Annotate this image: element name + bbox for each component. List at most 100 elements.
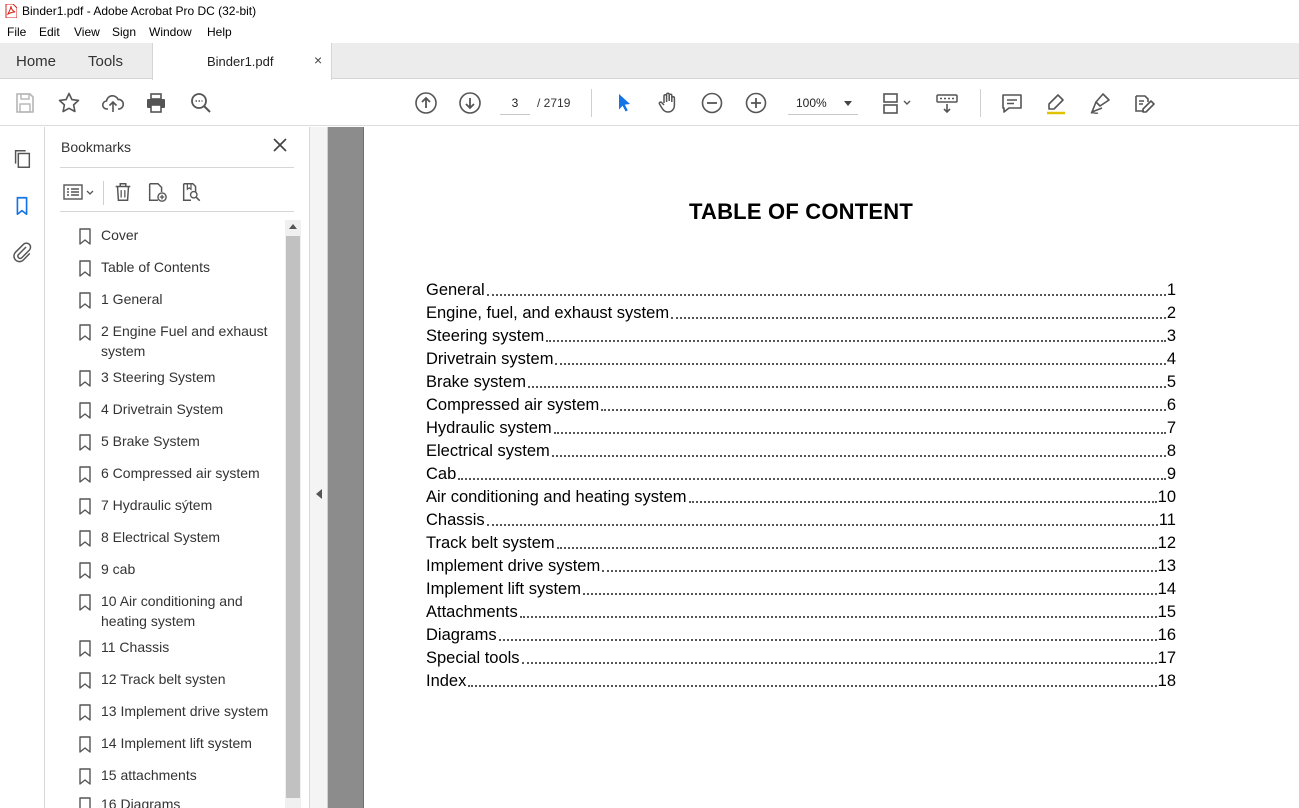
bookmark-label: 12 Track belt systen [101, 671, 226, 687]
pen-nib-icon [1090, 93, 1110, 114]
toc-entry[interactable]: Electrical system 8 [426, 438, 1176, 461]
page-display-button[interactable] [878, 90, 914, 116]
toc-entry[interactable]: Drivetrain system 4 [426, 346, 1176, 369]
save-button[interactable] [12, 90, 38, 116]
toc-entry[interactable]: Chassis 11 [426, 507, 1176, 530]
menu-help[interactable]: Help [207, 25, 232, 39]
select-tool-button[interactable] [611, 90, 637, 116]
panel-splitter[interactable] [309, 127, 328, 808]
toc-entry[interactable]: Compressed air system 6 [426, 392, 1176, 415]
menu-file[interactable]: File [7, 25, 26, 39]
find-bookmark-button[interactable] [178, 179, 204, 205]
bookmark-label: 6 Compressed air system [101, 465, 260, 481]
toc-entry[interactable]: Air conditioning and heating system 10 [426, 484, 1176, 507]
bookmark-search-icon [182, 183, 201, 202]
panel-title: Bookmarks [61, 139, 132, 155]
tab-home[interactable]: Home [16, 53, 56, 70]
minus-circle-icon [701, 92, 723, 114]
collapse-panel-arrow-icon[interactable] [316, 489, 322, 499]
page-thumbnails-button[interactable] [9, 146, 35, 172]
bookmarks-scrollbar[interactable] [285, 220, 301, 808]
toc-entry[interactable]: Index 18 [426, 668, 1176, 691]
delete-bookmark-button[interactable] [110, 179, 136, 205]
dot-leader [556, 547, 1157, 549]
bookmark-label: 8 Electrical System [101, 529, 221, 545]
toc-entry-page: 5 [1166, 373, 1176, 391]
toc-entry-title: Diagrams [426, 626, 497, 644]
toc-entry[interactable]: Cab 9 [426, 461, 1176, 484]
toc-entry[interactable]: Steering system 3 [426, 323, 1176, 346]
bookmark-icon [79, 797, 91, 808]
toc-entry-title: Implement drive system [426, 557, 601, 575]
toc-entry[interactable]: Brake system 5 [426, 369, 1176, 392]
close-icon[interactable] [271, 136, 289, 154]
draw-button[interactable] [1087, 90, 1113, 116]
toc-entry-title: General [426, 281, 485, 299]
document-viewport[interactable]: TABLE OF CONTENT General 1 Engine, fuel, … [328, 127, 1299, 808]
print-button[interactable] [143, 90, 169, 116]
dot-leader [601, 409, 1166, 411]
toc-entry-title: Engine, fuel, and exhaust system [426, 304, 670, 322]
new-bookmark-button[interactable] [144, 179, 170, 205]
menu-sign[interactable]: Sign [112, 25, 136, 39]
bookmark-options-button[interactable] [60, 179, 96, 205]
menu-window[interactable]: Window [149, 25, 192, 39]
toc-entry-title: Special tools [426, 649, 520, 667]
toc-entry[interactable]: Hydraulic system 7 [426, 415, 1176, 438]
zoom-in-button[interactable] [743, 90, 769, 116]
window-title: Binder1.pdf - Adobe Acrobat Pro DC (32-b… [22, 4, 257, 18]
scrolling-mode-button[interactable] [934, 90, 960, 116]
attachments-button[interactable] [9, 239, 35, 265]
page-total: / 2719 [537, 96, 571, 110]
zoom-dropdown[interactable]: 100% [788, 91, 858, 115]
toc-entry[interactable]: Attachments 15 [426, 599, 1176, 622]
printer-icon [147, 93, 165, 113]
toolbar-divider [980, 89, 981, 117]
toc-entry[interactable]: Diagrams 16 [426, 622, 1176, 645]
toc-entry[interactable]: Engine, fuel, and exhaust system 2 [426, 300, 1176, 323]
dot-leader [527, 386, 1166, 388]
bookmark-icon [79, 594, 91, 611]
toc-entry-title: Electrical system [426, 442, 550, 460]
bookmark-label: 11 Chassis [101, 639, 170, 655]
bookmark-label: Table of Contents [101, 259, 210, 275]
page-number-input[interactable] [500, 91, 530, 115]
bookmark-icon [16, 196, 28, 216]
previous-page-button[interactable] [413, 90, 439, 116]
upload-button[interactable] [100, 90, 126, 116]
hand-tool-button[interactable] [655, 90, 681, 116]
close-tab-icon[interactable]: × [314, 52, 322, 68]
comment-button[interactable] [999, 90, 1025, 116]
bookmark-star-button[interactable] [56, 90, 82, 116]
tab-document[interactable]: Binder1.pdf × [152, 43, 332, 80]
bookmark-label: 10 Air conditioning and heating system [101, 593, 243, 629]
fill-sign-button[interactable] [1131, 90, 1157, 116]
dot-leader [555, 363, 1166, 365]
next-page-button[interactable] [457, 90, 483, 116]
zoom-out-button[interactable] [699, 90, 725, 116]
search-button[interactable] [188, 90, 214, 116]
save-icon [16, 93, 34, 113]
dot-leader [458, 478, 1166, 480]
bookmark-label: 16 Diagrams [101, 796, 181, 808]
scroll-up-arrow-icon[interactable] [289, 224, 297, 229]
toc-entry-title: Compressed air system [426, 396, 600, 414]
scroll-thumb[interactable] [286, 236, 300, 798]
menu-view[interactable]: View [74, 25, 100, 39]
menu-edit[interactable]: Edit [39, 25, 60, 39]
bookmark-icon [79, 736, 91, 753]
toc-entry[interactable]: Implement drive system 13 [426, 553, 1176, 576]
toc-entry[interactable]: Special tools 17 [426, 645, 1176, 668]
toc-entry[interactable]: Implement lift system 14 [426, 576, 1176, 599]
bookmark-label: 1 General [101, 291, 163, 307]
bookmarks-rail-button[interactable] [9, 193, 35, 219]
toc-entry[interactable]: General 1 [426, 277, 1176, 300]
bookmark-icon [79, 562, 91, 579]
star-icon [58, 92, 80, 113]
cursor-arrow-icon [619, 94, 630, 112]
toc-entry-page: 6 [1166, 396, 1176, 414]
highlight-button[interactable] [1043, 90, 1069, 116]
dot-leader [521, 662, 1157, 664]
toc-entry[interactable]: Track belt system 12 [426, 530, 1176, 553]
tab-tools[interactable]: Tools [88, 53, 123, 70]
